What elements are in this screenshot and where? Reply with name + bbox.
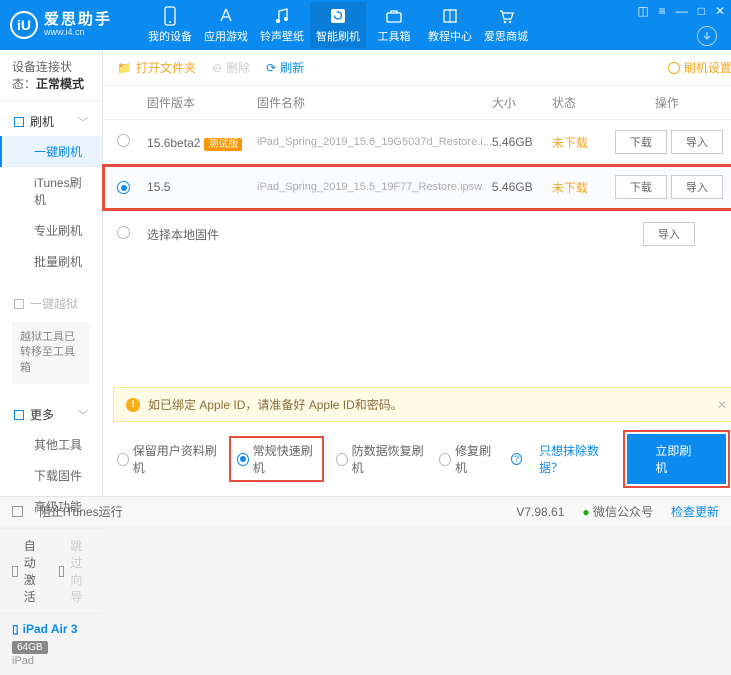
mode-quick-flash[interactable]: 常规快速刷机 xyxy=(231,438,322,480)
footer: 阻止iTunes运行 V7.98.61 ● 微信公众号 检查更新 xyxy=(0,496,731,526)
checkbox-block-itunes[interactable] xyxy=(12,506,23,517)
firmware-row[interactable]: 15.6beta2测试版 iPad_Spring_2019_15.6_19G50… xyxy=(103,120,731,165)
wechat-link[interactable]: ● 微信公众号 xyxy=(582,503,653,520)
chevron-down-icon: ﹀ xyxy=(78,407,88,422)
checkbox-skip-guide[interactable] xyxy=(59,566,65,577)
nav-tutorials[interactable]: 教程中心 xyxy=(422,2,478,48)
app-url: www.i4.cn xyxy=(44,28,112,38)
app-icon xyxy=(216,6,236,26)
download-indicator-icon[interactable] xyxy=(697,26,717,46)
local-firmware-row[interactable]: 选择本地固件 导入 xyxy=(103,210,731,258)
jailbreak-note: 越狱工具已转移至工具箱 xyxy=(12,322,90,384)
toolbox-icon xyxy=(384,6,404,26)
skin-button[interactable]: ◫ xyxy=(637,4,648,18)
refresh-icon xyxy=(328,6,348,26)
sidebar-flash-header[interactable]: 刷机﹀ xyxy=(0,107,102,136)
sidebar-item-itunes[interactable]: iTunes刷机 xyxy=(0,167,102,215)
storage-badge: 64GB xyxy=(12,641,48,654)
minimize-button[interactable]: — xyxy=(676,4,688,18)
erase-only-link[interactable]: 只想抹除数据？ xyxy=(539,442,613,476)
table-header: 固件版本 固件名称 大小 状态 操作 xyxy=(103,86,731,120)
nav-store[interactable]: 爱思商城 xyxy=(478,2,534,48)
beta-badge: 测试版 xyxy=(204,138,242,151)
close-icon[interactable]: ✕ xyxy=(717,398,727,412)
radio-unchecked[interactable] xyxy=(117,134,130,147)
mode-antirecovery[interactable]: 防数据恢复刷机 xyxy=(336,442,425,476)
nav-flash[interactable]: 智能刷机 xyxy=(310,2,366,48)
warning-icon: ! xyxy=(126,398,140,412)
sidebar-options: 自动激活 跳过向导 xyxy=(0,529,102,613)
device-info[interactable]: ▯iPad Air 3 64GB iPad xyxy=(0,613,102,675)
main-nav: 我的设备 应用游戏 铃声壁纸 智能刷机 工具箱 教程中心 爱思商城 xyxy=(142,2,534,48)
sidebar-item-batch[interactable]: 批量刷机 xyxy=(0,246,102,277)
checkbox-auto-activate[interactable] xyxy=(12,566,18,577)
book-icon xyxy=(440,6,460,26)
sidebar-more-header[interactable]: 更多﹀ xyxy=(0,400,102,429)
firmware-row-selected[interactable]: 15.5 iPad_Spring_2019_15.5_19F77_Restore… xyxy=(103,165,731,210)
sidebar-item-download-fw[interactable]: 下载固件 xyxy=(0,460,102,491)
square-icon xyxy=(14,299,24,309)
maximize-button[interactable]: □ xyxy=(698,4,705,18)
connection-status: 设备连接状态：正常模式 xyxy=(0,50,102,101)
check-update-link[interactable]: 检查更新 xyxy=(671,503,719,520)
toolbar: 📁打开文件夹 ⊖删除 ⟳刷新 刷机设置 xyxy=(103,50,731,86)
warning-bar: ! 如已绑定 Apple ID，请准备好 Apple ID和密码。 ✕ xyxy=(113,387,731,422)
cart-icon xyxy=(496,6,516,26)
main-panel: 📁打开文件夹 ⊖删除 ⟳刷新 刷机设置 固件版本 固件名称 大小 状态 操作 1… xyxy=(103,50,731,496)
import-button[interactable]: 导入 xyxy=(671,130,723,154)
square-icon xyxy=(14,410,24,420)
nav-apps[interactable]: 应用游戏 xyxy=(198,2,254,48)
refresh-button[interactable]: ⟳刷新 xyxy=(266,59,304,76)
gear-icon xyxy=(668,62,680,74)
nav-toolbox[interactable]: 工具箱 xyxy=(366,2,422,48)
flash-mode-bar: 保留用户资料刷机 常规快速刷机 防数据恢复刷机 修复刷机 ? 只想抹除数据？ 立… xyxy=(103,422,731,496)
nav-my-device[interactable]: 我的设备 xyxy=(142,2,198,48)
mode-keep-data[interactable]: 保留用户资料刷机 xyxy=(117,442,217,476)
version-label: V7.98.61 xyxy=(516,505,564,519)
logo: iU 爱思助手 www.i4.cn xyxy=(10,11,112,39)
app-name: 爱思助手 xyxy=(44,12,112,29)
radio-unchecked[interactable] xyxy=(117,226,130,239)
ipad-icon: ▯ xyxy=(12,622,19,636)
menu-button[interactable]: ≡ xyxy=(659,4,666,18)
flash-settings-button[interactable]: 刷机设置 xyxy=(668,59,731,76)
mode-repair[interactable]: 修复刷机 xyxy=(439,442,497,476)
folder-icon: 📁 xyxy=(117,61,132,75)
wechat-icon: ● xyxy=(582,505,589,519)
square-icon xyxy=(14,117,24,127)
logo-icon: iU xyxy=(10,11,38,39)
refresh-icon: ⟳ xyxy=(266,61,276,75)
sidebar: 设备连接状态：正常模式 刷机﹀ 一键刷机 iTunes刷机 专业刷机 批量刷机 … xyxy=(0,50,103,496)
phone-icon xyxy=(160,6,180,26)
nav-ringtones[interactable]: 铃声壁纸 xyxy=(254,2,310,48)
music-icon xyxy=(272,6,292,26)
info-icon[interactable]: ? xyxy=(511,453,522,465)
open-folder-button[interactable]: 📁打开文件夹 xyxy=(117,59,196,76)
import-button[interactable]: 导入 xyxy=(671,175,723,199)
import-button[interactable]: 导入 xyxy=(643,222,695,246)
flash-now-button[interactable]: 立即刷机 xyxy=(627,434,726,484)
sidebar-item-pro[interactable]: 专业刷机 xyxy=(0,215,102,246)
chevron-down-icon: ﹀ xyxy=(78,114,88,129)
delete-button[interactable]: ⊖删除 xyxy=(212,59,250,76)
close-button[interactable]: ✕ xyxy=(715,4,725,18)
titlebar: iU 爱思助手 www.i4.cn 我的设备 应用游戏 铃声壁纸 智能刷机 工具… xyxy=(0,0,731,50)
sidebar-item-othertools[interactable]: 其他工具 xyxy=(0,429,102,460)
sidebar-item-oneclick[interactable]: 一键刷机 xyxy=(0,136,102,167)
radio-checked[interactable] xyxy=(117,181,130,194)
download-button[interactable]: 下载 xyxy=(615,130,667,154)
delete-icon: ⊖ xyxy=(212,61,222,75)
download-button[interactable]: 下载 xyxy=(615,175,667,199)
window-controls: ◫ ≡ — □ ✕ xyxy=(637,4,725,18)
sidebar-jailbreak-header[interactable]: 一键越狱 xyxy=(0,289,102,318)
